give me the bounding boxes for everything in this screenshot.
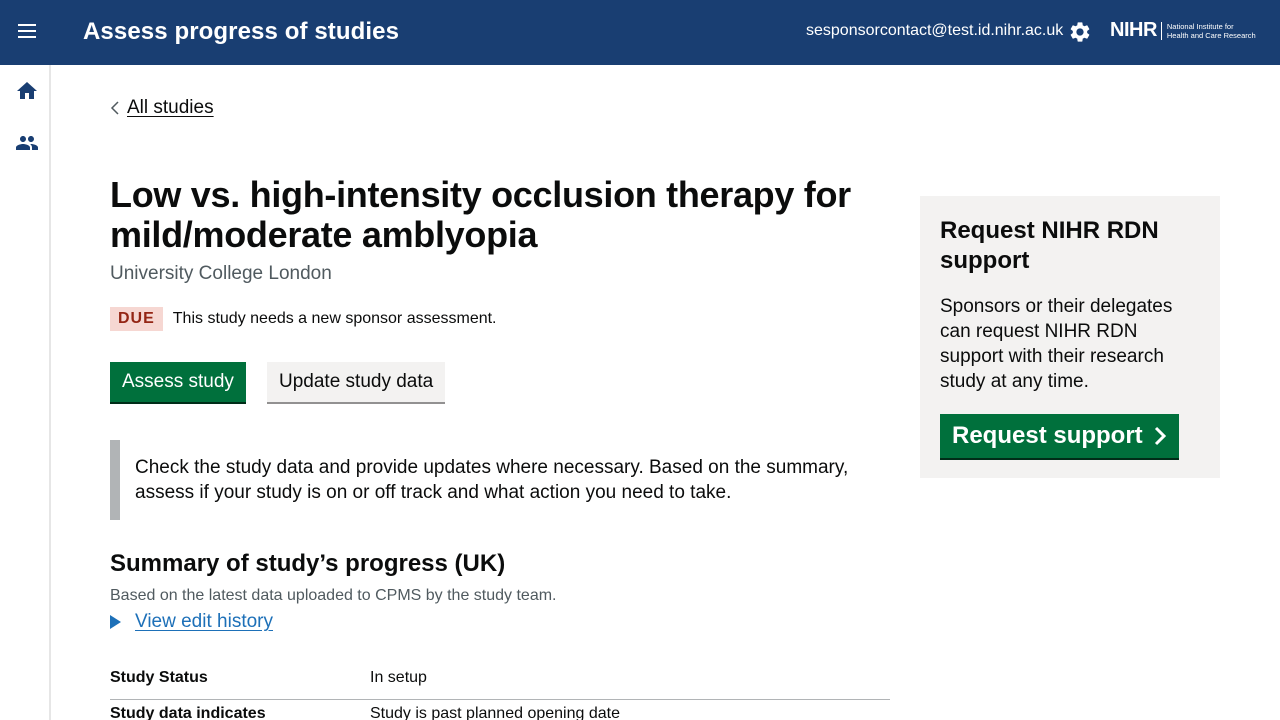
summary-row: Study Status In setup [110, 664, 890, 700]
summary-key: Study data indicates [110, 705, 266, 720]
sidebar [0, 65, 51, 720]
all-studies-link[interactable]: All studies [127, 97, 214, 119]
chevron-right-icon [1154, 426, 1166, 446]
view-edit-history-link[interactable]: View edit history [135, 611, 273, 633]
update-study-data-button[interactable]: Update study data [267, 362, 446, 402]
logo-line-2: Health and Care Research [1166, 30, 1256, 40]
request-support-label: Request support [952, 422, 1143, 449]
app-title: Assess progress of studies [83, 18, 400, 45]
nihr-logo[interactable]: NIHR National Institute for Health and C… [1110, 19, 1256, 42]
summary-list: Study Status In setup Study data indicat… [110, 664, 890, 720]
support-panel-body: Sponsors or their delegates can request … [940, 296, 1173, 392]
summary-key: Study Status [110, 669, 208, 686]
guidance-inset: Check the study data and provide updates… [110, 440, 890, 520]
gear-icon[interactable] [1068, 20, 1092, 44]
chevron-left-icon [110, 101, 119, 115]
due-message: This study needs a new sponsor assessmen… [172, 310, 497, 327]
organisation-name: University College London [110, 263, 332, 284]
support-panel-title: Request NIHR RDN support [940, 217, 1159, 274]
logo-mark: NIHR [1110, 19, 1157, 41]
disclosure-triangle-icon [110, 615, 121, 629]
summary-value: Study is past planned opening date [370, 705, 620, 720]
people-icon[interactable] [15, 131, 39, 155]
summary-row: Study data indicates Study is past plann… [110, 700, 890, 720]
menu-icon[interactable] [14, 20, 40, 46]
logo-full-name: National Institute for Health and Care R… [1167, 22, 1256, 40]
status-badge: DUE [110, 307, 163, 331]
breadcrumb: All studies [110, 97, 214, 119]
support-panel: Request NIHR RDN support Sponsors or the… [920, 196, 1220, 478]
edit-history-toggle[interactable]: View edit history [110, 611, 273, 633]
summary-title: Summary of study’s progress (UK) [110, 550, 506, 577]
home-icon[interactable] [15, 79, 39, 103]
summary-value: In setup [370, 669, 427, 686]
logo-line-1: National Institute for [1166, 21, 1234, 31]
request-support-button[interactable]: Request support [940, 414, 1179, 458]
logo-divider [1160, 21, 1162, 40]
page-title: Low vs. high-intensity occlusion therapy… [110, 174, 851, 255]
due-status: DUE This study needs a new sponsor asses… [110, 307, 497, 331]
app-header: Assess progress of studies sesponsorcont… [0, 0, 1280, 65]
summary-subtitle: Based on the latest data uploaded to CPM… [110, 587, 557, 604]
user-email: sesponsorcontact@test.id.nihr.ac.uk [806, 22, 1064, 39]
assess-study-button[interactable]: Assess study [110, 362, 246, 402]
